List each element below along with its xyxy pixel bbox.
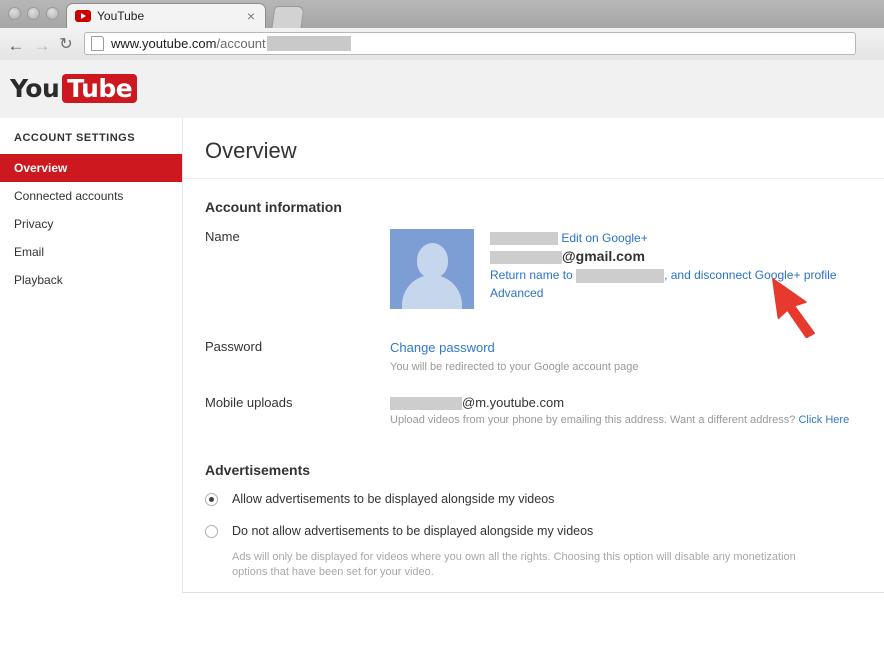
url-redaction-block (266, 36, 351, 51)
close-tab-icon[interactable]: × (245, 9, 257, 23)
avatar[interactable] (390, 229, 474, 309)
logo-tube-text: Tube (62, 74, 138, 103)
password-label: Password (205, 339, 263, 354)
maximize-window-button[interactable] (46, 7, 59, 20)
email-line: @gmail.com (490, 247, 837, 266)
display-name-redaction (490, 232, 558, 246)
disconnect-google-plus-link[interactable]: , and disconnect Google+ profile (664, 268, 836, 282)
browser-toolbar: ← → ↻ www.youtube.com/account (0, 28, 884, 61)
sidebar-item-connected-accounts[interactable]: Connected accounts (0, 182, 182, 210)
mobile-uploads-note: Upload videos from your phone by emailin… (390, 410, 884, 426)
disallow-ads-label: Do not allow advertisements to be displa… (232, 524, 594, 539)
mobile-uploads-note-text: Upload videos from your phone by emailin… (390, 414, 796, 427)
mobile-uploads-row: Mobile uploads @m.youtube.com Upload vid… (183, 373, 884, 426)
account-information-heading: Account information (205, 199, 342, 215)
back-icon[interactable]: ← (6, 35, 26, 55)
tab-title: YouTube (97, 9, 145, 23)
email-domain-text: @gmail.com (562, 248, 645, 264)
browser-tab-youtube[interactable]: YouTube × (66, 3, 266, 28)
allow-ads-radio[interactable] (205, 492, 218, 506)
disallow-ads-option[interactable]: Do not allow advertisements to be displa… (183, 506, 884, 538)
password-row: Password Change password You will be red… (183, 309, 884, 373)
youtube-logo[interactable]: You Tube (10, 74, 138, 103)
advertisements-note: Ads will only be displayed for videos wh… (232, 551, 796, 579)
url-domain: www.youtube.com (111, 36, 217, 51)
account-settings-sidebar: ACCOUNT SETTINGS Overview Connected acco… (0, 118, 182, 667)
sidebar-item-privacy[interactable]: Privacy (0, 210, 182, 238)
forward-icon: → (33, 35, 51, 55)
avatar-head-shape (416, 243, 448, 278)
url-path: /account (216, 36, 266, 51)
display-name-line: Edit on Google+ (490, 229, 837, 247)
name-row: Name Edit on Google+ @gmail.com Return n… (183, 215, 884, 309)
change-password-link[interactable]: Change password (390, 340, 495, 355)
address-bar[interactable]: www.youtube.com/account (84, 32, 856, 55)
mobile-address-domain: @m.youtube.com (462, 395, 565, 410)
page-document-icon (91, 36, 104, 51)
window-controls[interactable] (8, 7, 59, 20)
return-name-line: Return name to , and disconnect Google+ … (490, 266, 837, 284)
logo-you-text: You (10, 74, 60, 103)
advanced-line: Advanced (490, 284, 837, 302)
sidebar-item-overview[interactable]: Overview (0, 154, 182, 182)
sidebar-item-email[interactable]: Email (0, 238, 182, 266)
browser-chrome: YouTube × ← → ↻ www.youtube.com/account (0, 0, 884, 61)
email-user-redaction (490, 250, 562, 264)
password-note: You will be redirected to your Google ac… (390, 361, 639, 373)
tab-strip: YouTube × (0, 0, 884, 29)
sidebar-item-playback[interactable]: Playback (0, 266, 182, 294)
browser-window: YouTube × ← → ↻ www.youtube.com/account … (0, 0, 884, 667)
mobile-uploads-label: Mobile uploads (205, 395, 293, 410)
close-window-button[interactable] (8, 7, 21, 20)
name-details: Edit on Google+ @gmail.com Return name t… (490, 229, 837, 309)
sidebar-heading: ACCOUNT SETTINGS (14, 132, 136, 144)
password-details: Change password You will be redirected t… (390, 339, 884, 373)
reload-icon[interactable]: ↻ (56, 35, 76, 55)
new-tab-button[interactable] (271, 6, 305, 28)
mobile-upload-address: @m.youtube.com (390, 395, 884, 411)
mobile-uploads-details: @m.youtube.com Upload videos from your p… (390, 395, 884, 426)
advanced-link[interactable]: Advanced (490, 286, 543, 300)
return-name-link[interactable]: Return name to (490, 268, 573, 282)
avatar-body-shape (402, 275, 462, 309)
allow-ads-label: Allow advertisements to be displayed alo… (232, 492, 555, 507)
minimize-window-button[interactable] (27, 7, 40, 20)
click-here-link[interactable]: Click Here (798, 414, 849, 426)
disallow-ads-radio[interactable] (205, 524, 218, 538)
edit-on-google-plus-link[interactable]: Edit on Google+ (561, 231, 647, 245)
mobile-address-redaction (390, 397, 462, 411)
return-name-redaction (576, 268, 665, 283)
main-content: Overview Account information Name Edit o… (182, 118, 884, 593)
page-title: Overview (183, 118, 884, 179)
advertisements-heading: Advertisements (205, 462, 311, 479)
youtube-play-icon (75, 10, 91, 22)
allow-ads-option[interactable]: Allow advertisements to be displayed alo… (183, 478, 884, 506)
youtube-masthead: You Tube Upload (0, 60, 884, 162)
name-label: Name (205, 229, 240, 244)
